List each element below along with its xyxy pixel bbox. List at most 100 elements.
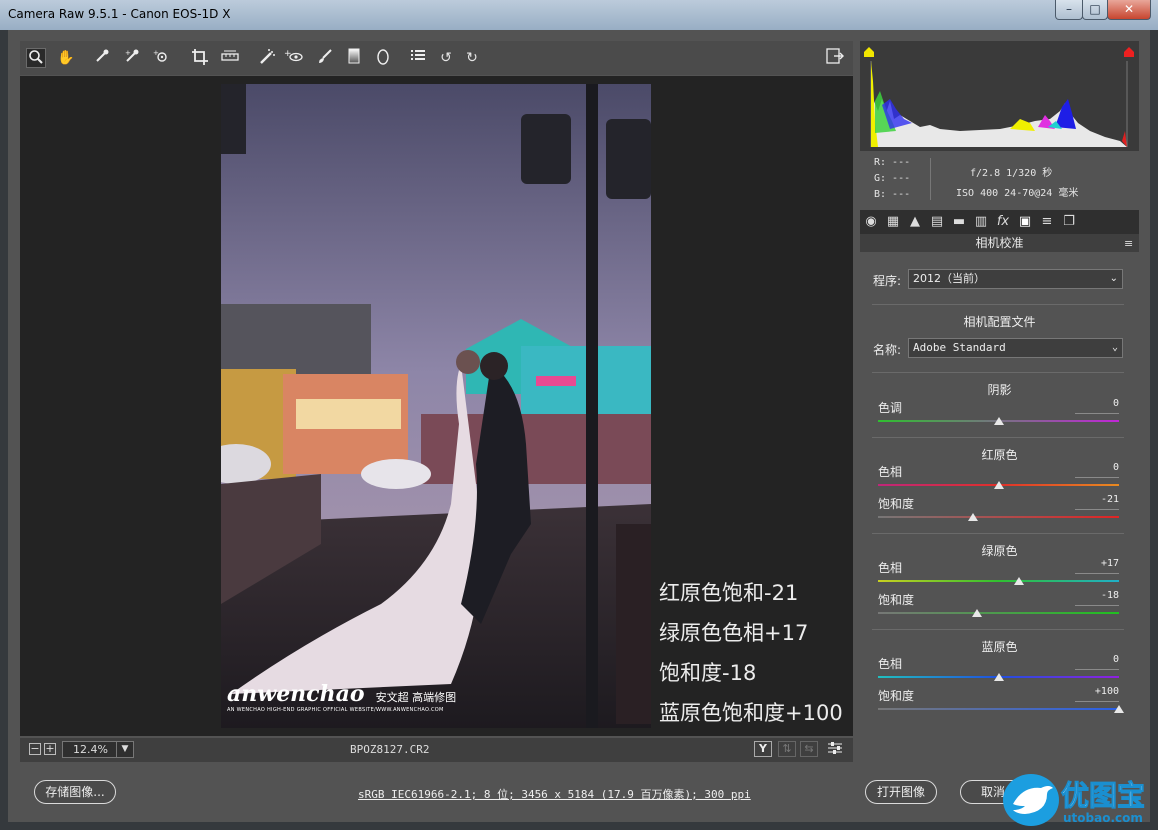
tab-presets-icon[interactable]: ≡ — [1038, 214, 1056, 230]
tab-detail-icon[interactable]: ▲ — [906, 214, 924, 230]
toolbar: ✋ + + + ↺ ↻ — [20, 41, 853, 75]
profile-name-label: 名称: — [873, 343, 902, 357]
green-saturation-value[interactable]: -18 — [1075, 590, 1119, 606]
profile-select[interactable]: Adobe Standard ⌄ — [908, 338, 1123, 358]
toggle-fullscreen-icon[interactable] — [825, 48, 845, 68]
green-hue-value[interactable]: +17 — [1075, 558, 1119, 574]
site-watermark-name: 优图宝 — [1060, 779, 1146, 813]
shadows-tint-value[interactable]: 0 — [1075, 398, 1119, 414]
white-balance-tool-icon[interactable] — [92, 48, 112, 68]
highlight-clipping-warning-icon[interactable] — [1123, 43, 1135, 57]
crop-tool-icon[interactable] — [190, 48, 210, 68]
blue-hue-thumb[interactable] — [993, 673, 1004, 681]
overlay-note-3: 饱和度-18 — [659, 661, 757, 685]
wedding-photo-image — [221, 84, 651, 728]
section-divider — [872, 533, 1124, 534]
shadows-tint-label: 色调 — [878, 401, 903, 415]
zoom-level-value: 12.4% — [73, 743, 108, 756]
tab-snapshots-icon[interactable]: ❐ — [1060, 214, 1078, 230]
close-button[interactable]: ✕ — [1107, 0, 1151, 20]
readout-g: G: --- — [874, 173, 911, 184]
site-watermark: 优图宝 utobao.com — [1003, 774, 1158, 830]
save-image-button[interactable]: 存储图像... — [34, 780, 116, 804]
zoom-level-select[interactable]: 12.4% ▼ — [62, 741, 134, 758]
exposure-info: f/2.8 1/320 秒 — [970, 168, 1053, 179]
straighten-tool-icon[interactable] — [220, 48, 240, 68]
red-hue-value[interactable]: 0 — [1075, 462, 1119, 478]
watermark-cn: 安文超 高端修图 — [375, 691, 457, 704]
red-saturation-track[interactable] — [878, 516, 1119, 518]
green-saturation-label: 饱和度 — [878, 593, 915, 607]
tab-lens-icon[interactable]: ▥ — [972, 214, 990, 230]
red-hue-thumb[interactable] — [993, 481, 1004, 489]
watermark-logo: anwenchao — [227, 681, 365, 707]
preview-status-bar: − + 12.4% ▼ BPOZ8127.CR2 Y ⇅ ⇆ — [20, 738, 853, 762]
blue-saturation-thumb[interactable] — [1114, 705, 1124, 713]
tab-tone-curve-icon[interactable]: ▦ — [884, 214, 902, 230]
maximize-button[interactable]: □ — [1082, 0, 1108, 20]
minimize-button[interactable]: – — [1055, 0, 1083, 20]
graduated-filter-icon[interactable] — [344, 48, 364, 68]
green-hue-track[interactable] — [878, 580, 1119, 582]
workflow-options-link[interactable]: sRGB IEC61966-2.1; 8 位; 3456 x 5184 (17.… — [358, 786, 751, 802]
filename-label: BPOZ8127.CR2 — [350, 743, 430, 756]
green-primary-header: 绿原色 — [981, 544, 1018, 558]
title-bar: Camera Raw 9.5.1 - Canon EOS-1D X – □ ✕ — [0, 0, 1158, 30]
tab-split-toning-icon[interactable]: ▬ — [950, 214, 968, 230]
red-saturation-thumb[interactable] — [968, 513, 979, 521]
preferences-icon[interactable] — [408, 48, 428, 68]
blue-saturation-track[interactable] — [878, 708, 1119, 710]
preview-settings-icon[interactable] — [826, 741, 844, 757]
panel-title: 相机校准 — [860, 234, 1139, 252]
before-after-toggle-icon[interactable]: Y — [754, 741, 772, 757]
green-hue-label: 色相 — [878, 561, 903, 575]
tab-camera-calibration-icon[interactable]: ▣ — [1016, 214, 1034, 230]
tab-basic-icon[interactable]: ◉ — [862, 214, 880, 230]
blue-hue-value[interactable]: 0 — [1075, 654, 1119, 670]
red-saturation-value[interactable]: -21 — [1075, 494, 1119, 510]
readout-r: R: --- — [874, 157, 911, 168]
copy-settings-icon[interactable]: ⇆ — [800, 741, 818, 757]
histogram-graph — [870, 61, 1128, 147]
section-divider — [872, 437, 1124, 438]
readout-divider — [930, 158, 931, 200]
adjustment-brush-icon[interactable] — [315, 48, 335, 68]
svg-text:+: + — [153, 49, 159, 57]
section-divider — [872, 629, 1124, 630]
shadows-tint-thumb[interactable] — [993, 417, 1004, 425]
blue-hue-label: 色相 — [878, 657, 903, 671]
hand-tool-icon[interactable]: ✋ — [56, 48, 76, 68]
shadow-clipping-warning-icon[interactable] — [863, 43, 875, 57]
tab-effects-icon[interactable]: fx — [994, 214, 1012, 230]
lens-info: ISO 400 24-70@24 毫米 — [956, 188, 1079, 199]
histogram — [860, 41, 1139, 151]
zoom-out-button[interactable]: − — [29, 743, 41, 755]
camera-raw-window: Camera Raw 9.5.1 - Canon EOS-1D X – □ ✕ … — [0, 0, 1158, 830]
green-saturation-track[interactable] — [878, 612, 1119, 614]
red-eye-icon[interactable]: + — [284, 48, 304, 68]
rotate-ccw-icon[interactable]: ↺ — [436, 48, 456, 68]
spot-removal-icon[interactable] — [257, 48, 277, 68]
green-hue-thumb[interactable] — [1013, 577, 1024, 585]
process-select[interactable]: 2012（当前） ⌄ — [908, 269, 1123, 289]
blue-saturation-value[interactable]: +100 — [1075, 686, 1119, 702]
swap-settings-icon[interactable]: ⇅ — [778, 741, 796, 757]
process-select-value: 2012（当前） — [913, 272, 985, 285]
overlay-note-2: 绿原色色相+17 — [659, 621, 809, 645]
chevron-down-icon: ⌄ — [1111, 342, 1118, 353]
radial-filter-icon[interactable] — [373, 48, 393, 68]
zoom-in-button[interactable]: + — [44, 743, 56, 755]
open-image-button[interactable]: 打开图像 — [865, 780, 937, 804]
targeted-adjustment-icon[interactable]: + — [152, 48, 172, 68]
green-saturation-thumb[interactable] — [971, 609, 982, 617]
zoom-tool-icon[interactable] — [26, 48, 46, 68]
chevron-down-icon: ▼ — [116, 742, 133, 757]
rotate-cw-icon[interactable]: ↻ — [462, 48, 482, 68]
panel-menu-icon[interactable]: ≡ — [1124, 237, 1133, 250]
blue-saturation-label: 饱和度 — [878, 689, 915, 703]
color-sampler-tool-icon[interactable]: + — [122, 48, 142, 68]
site-watermark-url: utobao.com — [1063, 811, 1143, 825]
overlay-note-1: 红原色饱和-21 — [659, 581, 799, 605]
tab-hsl-icon[interactable]: ▤ — [928, 214, 946, 230]
photo-preview[interactable]: anwenchao 安文超 高端修图 AN WENCHAO HIGH-END G… — [221, 84, 651, 728]
